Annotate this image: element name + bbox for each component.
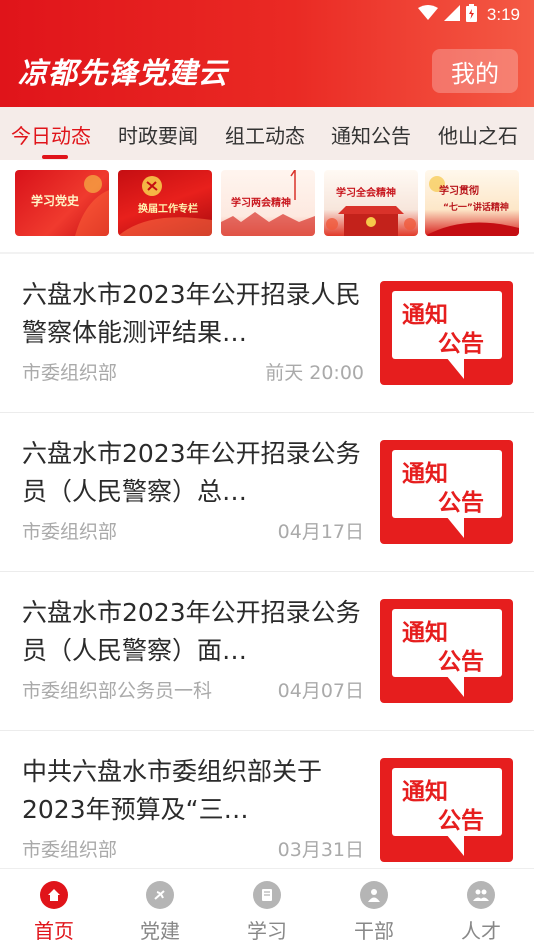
news-title: 六盘水市2023年公开招录人民警察体能测评结果… — [22, 280, 361, 347]
topic-banner-row: 学习党史 换届工作专栏 学习两会精神 学习全会精神 学习贯彻 “七一”讲话精神 — [0, 160, 534, 252]
news-date: 前天 20:00 — [265, 362, 364, 384]
notice-thumbnail: 通知 公告 — [380, 758, 513, 862]
news-source: 市委组织部 — [22, 521, 118, 543]
news-title: 六盘水市2023年公开招录公务员（人民警察）面… — [22, 598, 361, 665]
news-title: 六盘水市2023年公开招录公务员（人民警察）总… — [22, 439, 361, 506]
bottom-navigation: 首页 党建 学习 干部 人才 — [0, 868, 534, 950]
news-source: 市委组织部 — [22, 362, 118, 384]
nav-home[interactable]: 首页 — [14, 879, 94, 944]
nav-label: 学习 — [247, 919, 287, 943]
status-bar: 3:19 — [417, 4, 520, 26]
app-title: 凉都先锋党建云 — [18, 56, 229, 90]
active-tab-indicator — [42, 155, 68, 159]
banner-election-column[interactable]: 换届工作专栏 — [118, 170, 212, 236]
home-icon — [40, 881, 68, 909]
nav-label: 首页 — [34, 919, 74, 943]
tab-notices[interactable]: 通知公告 — [331, 120, 411, 149]
party-emblem-icon — [146, 881, 174, 909]
signal-icon — [443, 5, 460, 25]
news-date: 03月31日 — [277, 839, 364, 861]
tab-organization-news[interactable]: 组工动态 — [225, 120, 305, 149]
news-item[interactable]: 六盘水市2023年公开招录公务员（人民警察）面… 市委组织部公务员一科 04月0… — [0, 572, 534, 731]
tab-today-news[interactable]: 今日动态 — [11, 120, 91, 149]
news-item[interactable]: 六盘水市2023年公开招录公务员（人民警察）总… 市委组织部 04月17日 通知… — [0, 413, 534, 572]
nav-talent[interactable]: 人才 — [441, 879, 521, 944]
nav-cadre[interactable]: 干部 — [334, 879, 414, 944]
app-header: 3:19 凉都先锋党建云 我的 — [0, 0, 534, 107]
news-source: 市委组织部 — [22, 839, 118, 861]
banner-party-history[interactable]: 学习党史 — [15, 170, 109, 236]
book-icon — [253, 881, 281, 909]
news-title: 中共六盘水市委组织部关于2023年预算及“三… — [22, 757, 323, 824]
news-item[interactable]: 中共六盘水市委组织部关于2023年预算及“三… 市委组织部 03月31日 通知 … — [0, 731, 534, 890]
nav-study[interactable]: 学习 — [227, 879, 307, 944]
mine-button[interactable]: 我的 — [432, 49, 518, 93]
banner-two-sessions[interactable]: 学习两会精神 — [221, 170, 315, 236]
news-item[interactable]: 六盘水市2023年公开招录人民警察体能测评结果… 市委组织部 前天 20:00 … — [0, 254, 534, 413]
news-date: 04月07日 — [277, 680, 364, 702]
nav-party-building[interactable]: 党建 — [120, 879, 200, 944]
tab-political-news[interactable]: 时政要闻 — [118, 120, 198, 149]
wifi-icon — [417, 5, 438, 25]
banner-plenary-spirit[interactable]: 学习全会精神 — [324, 170, 418, 236]
nav-label: 干部 — [354, 919, 394, 943]
status-time: 3:19 — [486, 5, 520, 24]
notice-thumbnail: 通知 公告 — [380, 599, 513, 703]
banner-july-first-speech[interactable]: 学习贯彻 “七一”讲话精神 — [425, 170, 519, 236]
tab-other-experience[interactable]: 他山之石 — [438, 120, 518, 149]
notice-thumbnail: 通知 公告 — [380, 440, 513, 544]
nav-label: 人才 — [461, 919, 501, 943]
category-tabs: 今日动态 时政要闻 组工动态 通知公告 他山之石 — [0, 107, 534, 160]
group-icon — [467, 881, 495, 909]
person-icon — [360, 881, 388, 909]
nav-label: 党建 — [140, 919, 180, 943]
news-source: 市委组织部公务员一科 — [22, 680, 213, 702]
battery-icon — [465, 4, 477, 26]
news-date: 04月17日 — [277, 521, 364, 543]
notice-thumbnail: 通知 公告 — [380, 281, 513, 385]
